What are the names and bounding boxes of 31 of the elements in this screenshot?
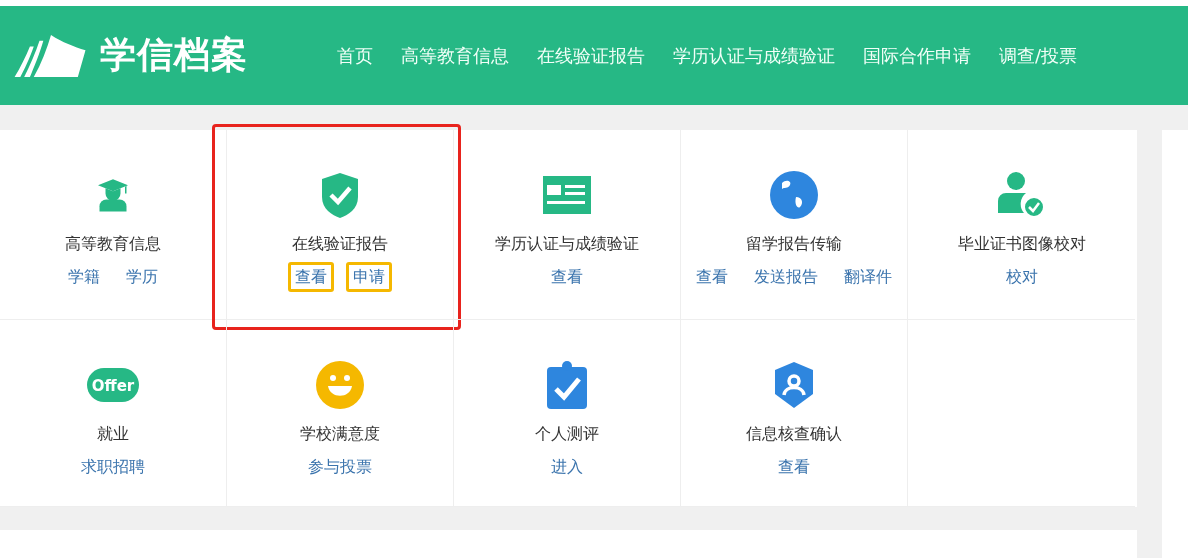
shield-user-icon xyxy=(774,361,814,409)
service-link[interactable]: 查看 xyxy=(544,262,590,292)
service-link[interactable]: 翻译件 xyxy=(837,262,899,292)
service-link[interactable]: 学籍 xyxy=(61,262,107,292)
service-link[interactable]: 求职招聘 xyxy=(74,452,152,482)
service-link[interactable]: 参与投票 xyxy=(301,452,379,482)
service-title: 就业 xyxy=(97,424,129,445)
user-check-icon xyxy=(997,171,1046,219)
offer-badge-icon: Offer xyxy=(87,368,139,402)
site-logo-text: 学信档案 xyxy=(100,33,248,77)
service-link[interactable]: 校对 xyxy=(998,262,1045,292)
service-link[interactable]: 申请 xyxy=(346,262,392,292)
service-title: 信息核查确认 xyxy=(746,424,842,445)
globe-icon xyxy=(770,171,818,219)
service-title: 留学报告传输 xyxy=(746,234,842,255)
service-link[interactable]: 发送报告 xyxy=(747,262,825,292)
service-link[interactable]: 查看 xyxy=(771,452,817,482)
service-link[interactable]: 查看 xyxy=(689,262,735,292)
smiley-icon xyxy=(316,361,364,409)
service-title: 高等教育信息 xyxy=(65,234,161,255)
service-title: 毕业证书图像校对 xyxy=(957,234,1086,255)
service-title: 个人测评 xyxy=(535,424,599,445)
service-title: 学校满意度 xyxy=(300,424,380,445)
id-card-icon xyxy=(543,176,591,214)
clipboard-check-icon xyxy=(547,361,587,409)
service-link[interactable]: 学历 xyxy=(119,262,165,292)
service-title: 学历认证与成绩验证 xyxy=(495,234,639,255)
service-link[interactable]: 查看 xyxy=(288,262,334,292)
shield-check-icon xyxy=(320,171,360,219)
service-link[interactable]: 进入 xyxy=(544,452,590,482)
service-title: 在线验证报告 xyxy=(292,234,388,255)
